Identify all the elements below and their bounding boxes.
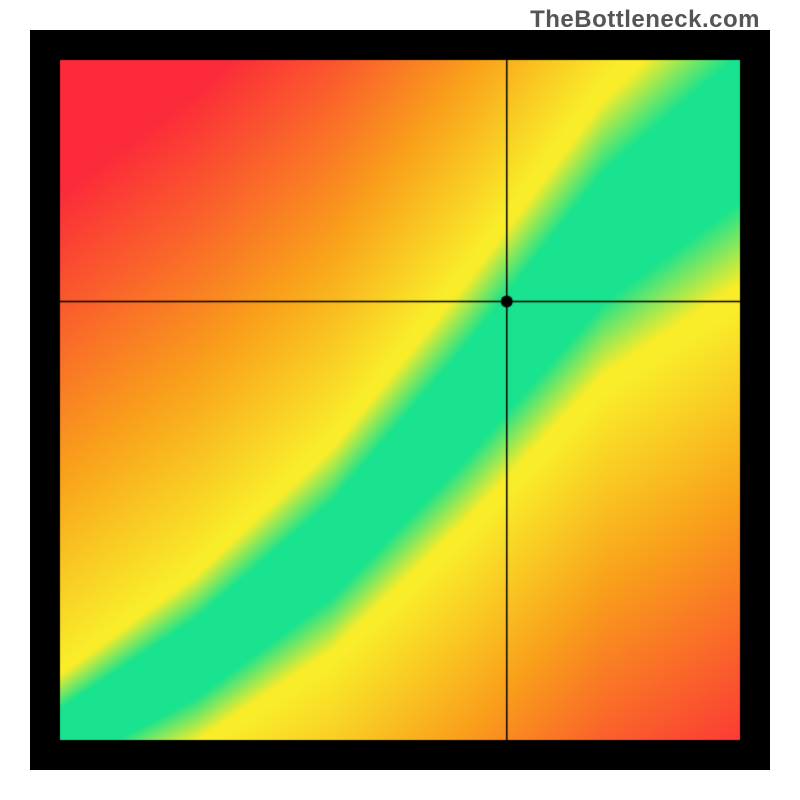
chart-stage: TheBottleneck.com <box>0 0 800 800</box>
bottleneck-heatmap-canvas <box>30 30 770 770</box>
